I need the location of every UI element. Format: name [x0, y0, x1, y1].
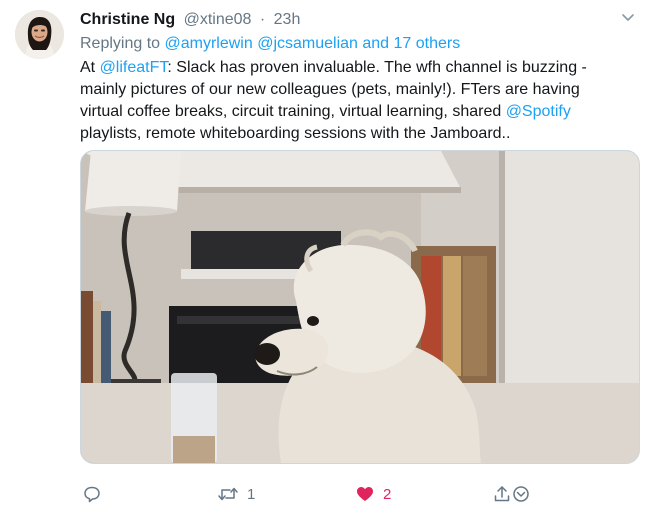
tweet-text-line: mainly pictures of our new colleagues (p…: [80, 79, 640, 101]
text-segment: playlists, remote whiteboarding sessions…: [80, 125, 511, 142]
text-segment: mainly pictures of our new colleagues (p…: [80, 81, 580, 98]
reply-button[interactable]: [82, 482, 102, 506]
share-button[interactable]: [492, 482, 512, 506]
more-options-button[interactable]: [618, 10, 638, 26]
tweet-text-line: virtual coffee breaks, circuit training,…: [80, 101, 640, 123]
reply-icon: [84, 486, 100, 503]
like-button[interactable]: 2: [355, 482, 391, 506]
share-icon: [494, 486, 510, 502]
chevron-down-icon: [622, 14, 634, 21]
tweet-header: Christine Ng @xtine08 · 23h: [80, 9, 300, 31]
mention-link[interactable]: @Spotify: [506, 103, 571, 120]
tweet-text: At @lifeatFT: Slack has proven invaluabl…: [80, 57, 640, 145]
direct-message-button[interactable]: [511, 482, 531, 506]
separator-dot: ·: [259, 11, 266, 28]
reply-mentions-link[interactable]: @amyrlewin @jcsamuelian and 17 others: [165, 35, 461, 52]
tweet-photo[interactable]: [80, 150, 640, 464]
retweet-icon: [218, 487, 238, 501]
dog-photo-image: [81, 151, 639, 463]
like-count: 2: [383, 485, 392, 503]
direct-message-icon: [513, 486, 529, 502]
reply-context: Replying to @amyrlewin @jcsamuelian and …: [80, 33, 460, 55]
author-name[interactable]: Christine Ng: [80, 11, 175, 28]
tweet-card[interactable]: Christine Ng @xtine08 · 23h Replying to …: [0, 0, 654, 513]
avatar[interactable]: [15, 10, 64, 59]
text-segment: At: [80, 59, 100, 76]
retweet-button[interactable]: 1: [217, 482, 255, 506]
retweet-count: 1: [247, 485, 256, 503]
tweet-text-line: playlists, remote whiteboarding sessions…: [80, 123, 640, 145]
heart-icon: [357, 487, 373, 501]
text-segment: : Slack has proven invaluable. The wfh c…: [167, 59, 587, 76]
reply-prefix: Replying to: [80, 35, 161, 52]
tweet-text-line: At @lifeatFT: Slack has proven invaluabl…: [80, 57, 640, 79]
author-handle[interactable]: @xtine08: [184, 11, 252, 28]
mention-link[interactable]: @lifeatFT: [100, 59, 168, 76]
tweet-actions: 1 2: [80, 482, 640, 506]
tweet-timestamp[interactable]: 23h: [274, 11, 301, 28]
text-segment: virtual coffee breaks, circuit training,…: [80, 103, 506, 120]
